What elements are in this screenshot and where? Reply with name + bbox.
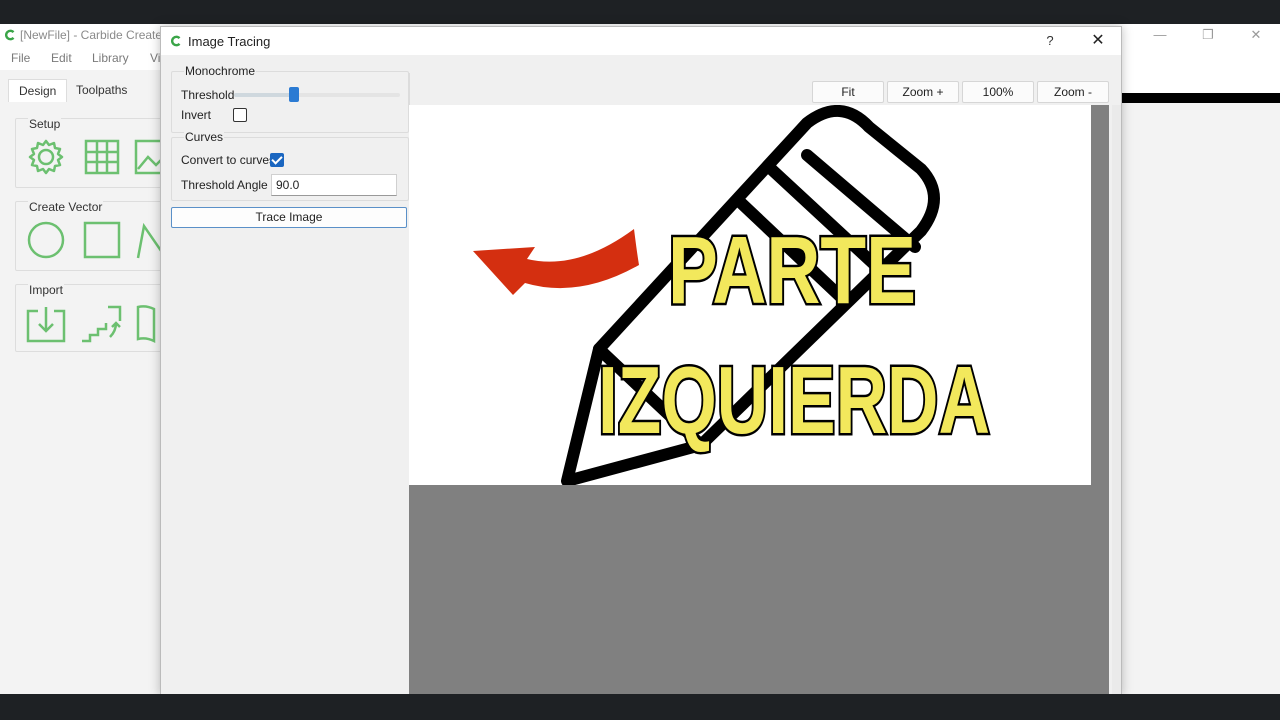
tab-design[interactable]: Design bbox=[8, 79, 68, 102]
import-label: Import bbox=[28, 283, 65, 297]
menu-file[interactable]: File bbox=[11, 51, 30, 65]
circle-icon[interactable] bbox=[24, 218, 68, 262]
grid-icon[interactable] bbox=[80, 135, 124, 179]
dialog-title: Image Tracing bbox=[188, 34, 271, 49]
threshold-angle-input[interactable] bbox=[271, 174, 397, 196]
monochrome-title: Monochrome bbox=[184, 64, 257, 78]
convert-to-curves-label: Convert to curves bbox=[181, 153, 276, 167]
image-tracing-dialog: Image Tracing ? ✕ Monochrome Threshold I… bbox=[160, 26, 1122, 696]
threshold-slider-handle[interactable] bbox=[288, 87, 299, 102]
preview-canvas[interactable]: PARTE IZQUIERDA bbox=[409, 105, 1109, 695]
setup-label: Setup bbox=[28, 117, 62, 131]
traced-image: PARTE IZQUIERDA bbox=[473, 105, 993, 485]
rectangle-icon[interactable] bbox=[80, 218, 124, 262]
curves-title: Curves bbox=[184, 130, 225, 144]
toolbar-strip bbox=[1122, 70, 1280, 94]
zoom-fit-button[interactable]: Fit bbox=[812, 81, 884, 103]
restore-button[interactable]: ❐ bbox=[1184, 24, 1232, 46]
zoom-100-button[interactable]: 100% bbox=[962, 81, 1034, 103]
curves-section: Curves Convert to curves Threshold Angle bbox=[171, 130, 409, 201]
trace-image-button[interactable]: Trace Image bbox=[171, 207, 407, 228]
zoom-toolbar: Fit Zoom + 100% Zoom - bbox=[812, 81, 1109, 103]
threshold-slider[interactable] bbox=[234, 87, 400, 102]
gear-icon[interactable] bbox=[24, 135, 68, 179]
zoom-out-button[interactable]: Zoom - bbox=[1037, 81, 1109, 103]
carbide-logo-icon bbox=[170, 35, 181, 47]
preview-text: PARTE IZQUIERDA bbox=[596, 215, 993, 457]
menu-edit[interactable]: Edit bbox=[51, 51, 72, 65]
top-bar bbox=[0, 0, 1280, 24]
invert-checkbox[interactable] bbox=[233, 108, 247, 122]
create-vector-label: Create Vector bbox=[28, 200, 104, 214]
main-canvas-area bbox=[1122, 70, 1280, 694]
tab-toolpaths[interactable]: Toolpaths bbox=[66, 79, 137, 101]
preview-text-line1: PARTE bbox=[668, 217, 916, 324]
menu-library[interactable]: Library bbox=[92, 51, 129, 65]
threshold-slider-fill bbox=[234, 93, 294, 97]
help-button[interactable]: ? bbox=[1039, 31, 1061, 51]
setup-group: Setup bbox=[15, 117, 167, 188]
preview-image: PARTE IZQUIERDA bbox=[409, 105, 1091, 485]
menu-view[interactable]: Vi bbox=[150, 51, 160, 65]
carbide-logo-icon bbox=[4, 29, 15, 41]
dialog-titlebar: Image Tracing ? ✕ bbox=[161, 27, 1121, 55]
zoom-in-button[interactable]: Zoom + bbox=[887, 81, 959, 103]
monochrome-section: Monochrome Threshold Invert bbox=[171, 64, 409, 133]
window-controls: — ❐ ✕ bbox=[1136, 24, 1280, 46]
threshold-label: Threshold bbox=[181, 88, 235, 102]
minimize-button[interactable]: — bbox=[1136, 24, 1184, 46]
canvas-scrollbar[interactable] bbox=[1112, 105, 1121, 695]
close-button[interactable]: ✕ bbox=[1232, 24, 1280, 46]
ruler-strip bbox=[1122, 93, 1280, 103]
preview-text-line2: IZQUIERDA bbox=[598, 347, 990, 454]
import-stairs-icon[interactable] bbox=[80, 301, 124, 345]
create-vector-group: Create Vector bbox=[15, 200, 167, 271]
threshold-angle-label: Threshold Angle bbox=[181, 178, 268, 192]
red-arrow-graphic bbox=[473, 229, 639, 295]
taskbar bbox=[0, 694, 1280, 720]
window-title: [NewFile] - Carbide Create bbox=[20, 28, 163, 42]
convert-to-curves-checkbox[interactable] bbox=[270, 153, 284, 167]
import-group: Import bbox=[15, 283, 167, 352]
dialog-close-button[interactable]: ✕ bbox=[1086, 30, 1110, 52]
invert-label: Invert bbox=[181, 108, 212, 122]
import-icon[interactable] bbox=[24, 301, 68, 345]
